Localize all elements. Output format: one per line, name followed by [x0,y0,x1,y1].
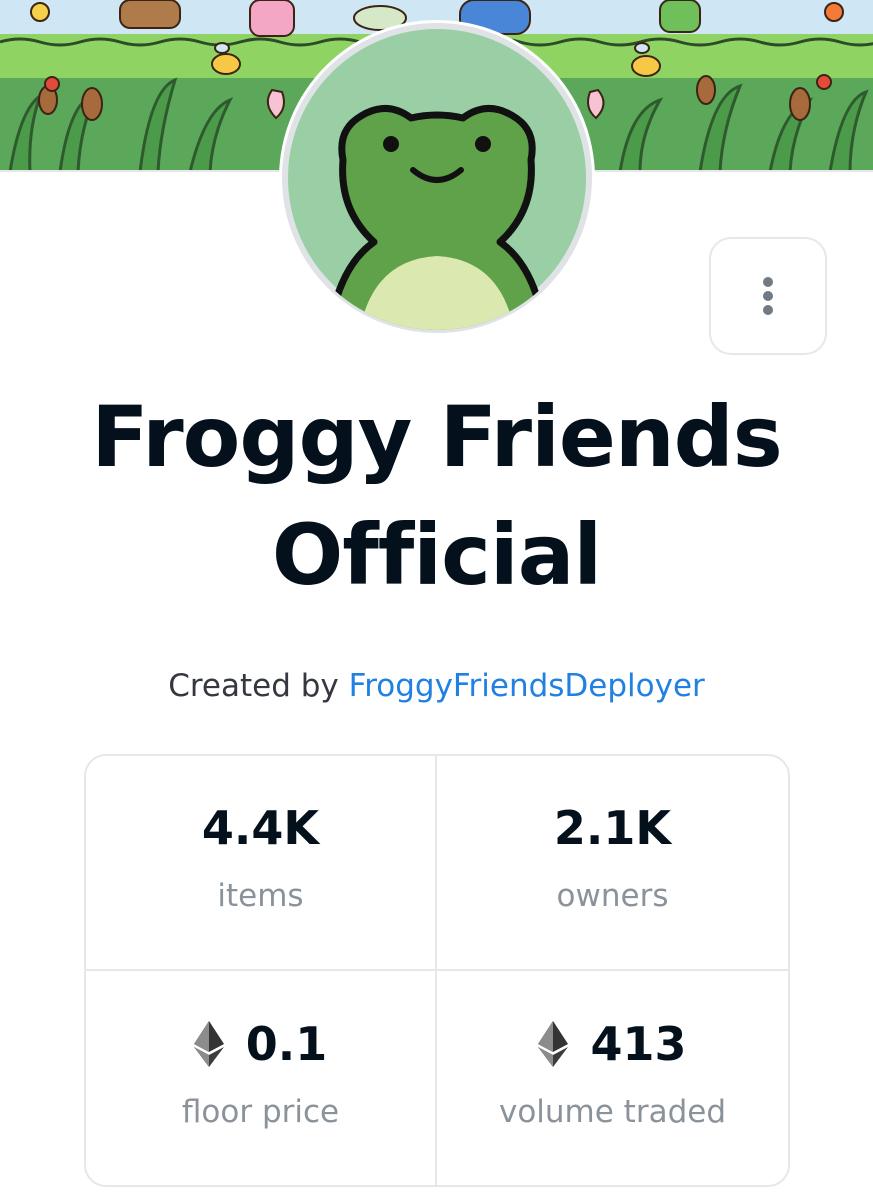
ethereum-icon [193,1020,224,1067]
stat-value: 2.1K [553,801,672,856]
stat-label: items [217,878,304,915]
stat-items[interactable]: 4.4K items [86,756,437,971]
stat-owners[interactable]: 2.1K owners [437,756,788,971]
stat-value: 4.4K [201,801,320,856]
ethereum-icon [538,1020,569,1067]
stat-value: 413 [538,1016,687,1072]
collection-title: Froggy Friends Official [91,388,783,604]
created-by: Created by FroggyFriendsDeployer [0,664,873,708]
created-by-label: Created by [168,668,339,704]
collection-avatar [279,20,595,336]
stat-volume-traded[interactable]: 413 volume traded [437,971,788,1186]
stat-value: 0.1 [193,1016,327,1072]
more-vertical-icon [763,277,773,315]
stat-floor-price[interactable]: 0.1 floor price [86,970,437,1185]
collection-stats: 4.4K items 2.1K owners 0.1 floor price 4… [84,754,790,1187]
stat-label: volume traded [498,1093,727,1130]
more-options-button[interactable] [709,237,827,355]
creator-link[interactable]: FroggyFriendsDeployer [349,668,705,704]
stat-label: owners [556,878,669,915]
stat-label: floor price [181,1093,340,1130]
